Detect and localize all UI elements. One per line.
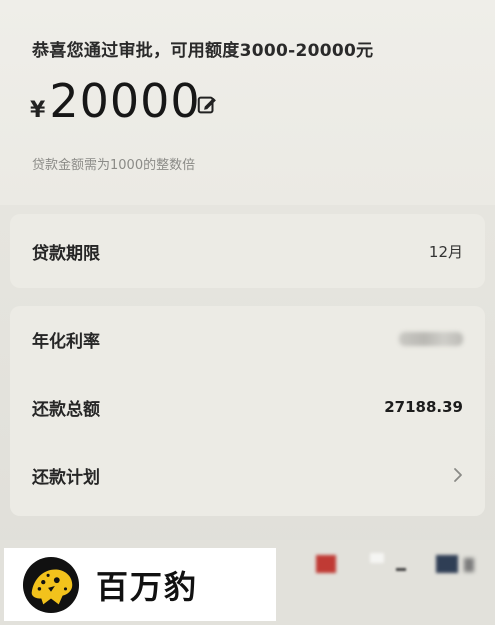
loan-term-row[interactable]: 贷款期限 12月	[10, 218, 485, 284]
repayment-plan-label: 还款计划	[32, 467, 100, 488]
loan-term-label: 贷款期限	[32, 243, 100, 264]
loan-term-value: 12月	[428, 242, 463, 261]
repayment-plan-row[interactable]: 还款计划	[10, 442, 485, 508]
annual-rate-row: 年化利率	[10, 306, 485, 372]
blurred-element-navy	[436, 555, 458, 573]
edit-icon[interactable]	[196, 94, 218, 116]
total-repayment-value: 27188.39	[384, 398, 463, 416]
watermark-brand-name: 百万豹	[96, 567, 199, 606]
chevron-right-icon[interactable]	[453, 467, 463, 483]
blurred-element-red	[316, 555, 336, 573]
approval-headline: 恭喜您通过审批，可用额度3000-20000元	[32, 41, 374, 61]
watermark-banner: 百万豹	[4, 548, 276, 621]
loan-term-card: 贷款期限 12月	[10, 214, 485, 288]
annual-rate-label: 年化利率	[32, 331, 100, 352]
blurred-element-gray	[464, 558, 474, 572]
total-repayment-row: 还款总额 27188.39	[10, 374, 485, 440]
loan-amount-value[interactable]: 20000	[49, 74, 200, 128]
annual-rate-value-blurred	[399, 332, 463, 346]
total-repayment-label: 还款总额	[32, 399, 100, 420]
repayment-details-card: 年化利率 还款总额 27188.39 还款计划	[10, 306, 485, 516]
blurred-element-white	[370, 553, 384, 563]
loan-amount-display[interactable]: ¥ 20000	[30, 74, 201, 130]
leopard-logo-icon	[22, 556, 80, 613]
amount-hint: 贷款金额需为1000的整数倍	[32, 158, 196, 173]
blurred-element-dash	[396, 568, 406, 571]
currency-symbol: ¥	[30, 98, 46, 123]
